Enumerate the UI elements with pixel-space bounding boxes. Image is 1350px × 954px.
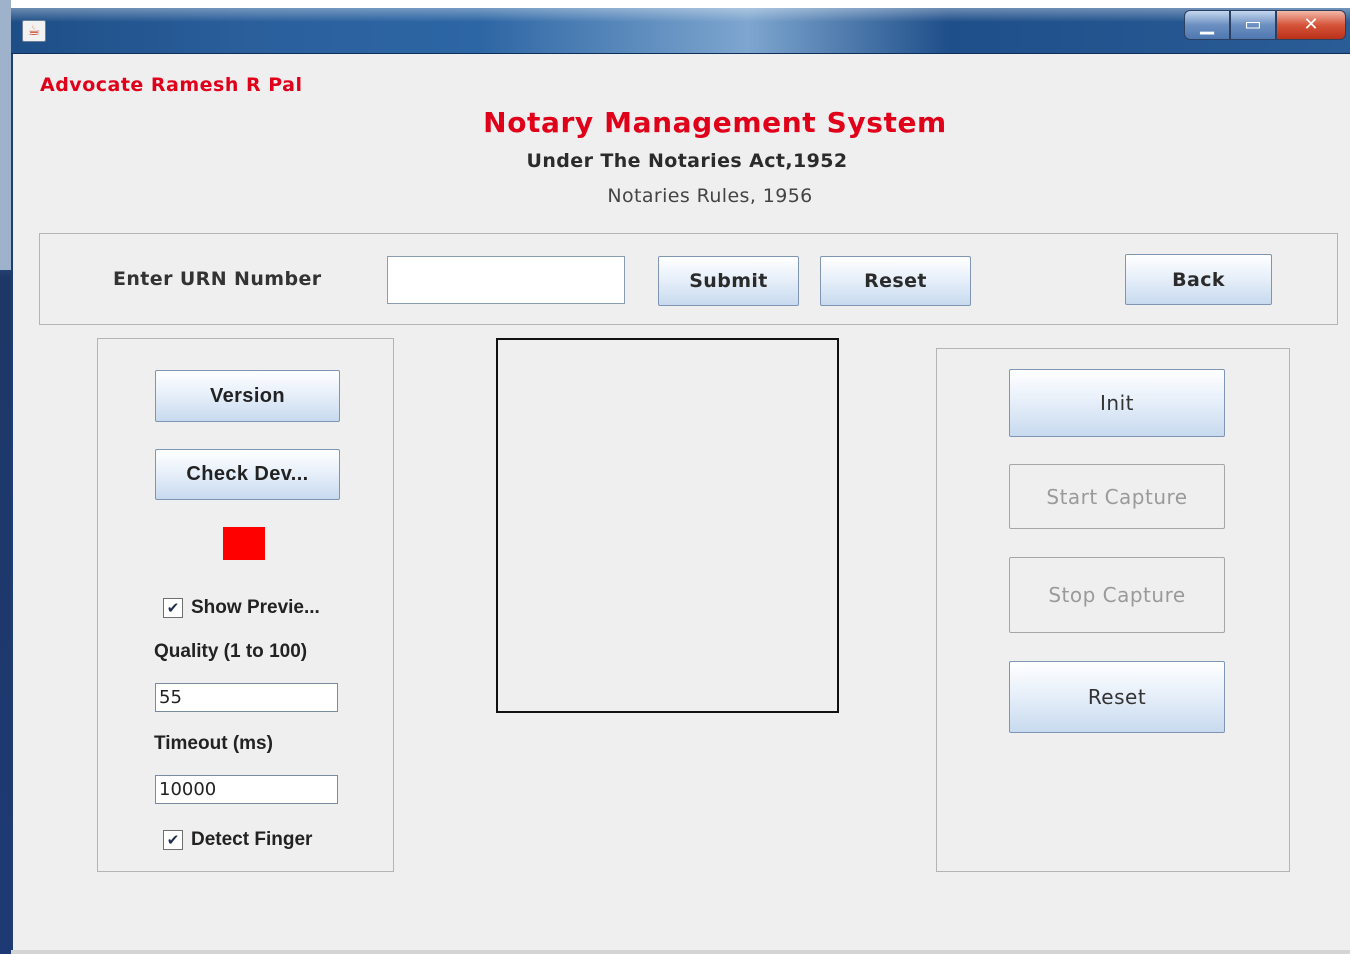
device-status-indicator [223, 527, 265, 560]
close-icon: ✕ [1303, 14, 1319, 35]
check-device-button[interactable]: Check Dev... [155, 449, 340, 500]
maximize-icon: ▭ [1244, 14, 1262, 35]
init-button[interactable]: Init [1009, 369, 1225, 437]
timeout-input[interactable] [155, 775, 338, 804]
urn-input[interactable] [387, 256, 625, 304]
timeout-label: Timeout (ms) [154, 733, 273, 754]
reset-urn-button[interactable]: Reset [820, 256, 971, 306]
urn-label: Enter URN Number [113, 268, 322, 290]
stop-capture-button[interactable]: Stop Capture [1009, 557, 1225, 633]
back-button[interactable]: Back [1125, 254, 1272, 305]
reset-capture-button[interactable]: Reset [1009, 661, 1225, 733]
window-bottom-edge [11, 950, 1350, 954]
minimize-icon: ▁ [1200, 14, 1214, 35]
submit-button[interactable]: Submit [658, 256, 799, 306]
version-button[interactable]: Version [155, 370, 340, 422]
minimize-button[interactable]: ▁ [1184, 10, 1230, 40]
page-title: Notary Management System [483, 106, 947, 139]
show-preview-checkbox[interactable]: ✔ [163, 598, 183, 618]
show-preview-label[interactable]: Show Previe... [191, 597, 320, 619]
detect-finger-label[interactable]: Detect Finger [191, 829, 312, 851]
quality-label: Quality (1 to 100) [154, 641, 308, 662]
java-coffee-icon[interactable]: ☕ [22, 20, 46, 42]
fingerprint-preview-area [496, 338, 839, 713]
maximize-button[interactable]: ▭ [1230, 10, 1276, 40]
detect-finger-checkbox[interactable]: ✔ [163, 830, 183, 850]
start-capture-button[interactable]: Start Capture [1009, 464, 1225, 529]
rules-caption: Notaries Rules, 1956 [607, 185, 813, 207]
quality-input[interactable] [155, 683, 338, 712]
advocate-name: Advocate Ramesh R Pal [40, 74, 303, 96]
page-subtitle: Under The Notaries Act,1952 [526, 150, 848, 172]
window-titlebar[interactable] [11, 8, 1350, 54]
close-button[interactable]: ✕ [1276, 10, 1346, 40]
